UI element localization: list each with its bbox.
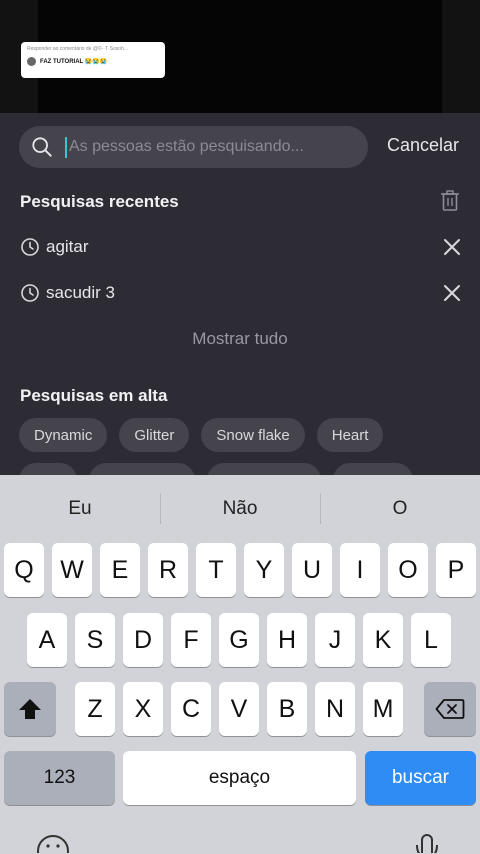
recent-search-label: sacudir 3 <box>46 283 115 302</box>
suggestion-item[interactable]: O <box>320 489 480 529</box>
recent-search-item[interactable]: agitar <box>20 232 462 262</box>
key-d[interactable]: D <box>123 613 163 667</box>
key-c[interactable]: C <box>171 682 211 736</box>
key-a[interactable]: A <box>27 613 67 667</box>
key-g[interactable]: G <box>219 613 259 667</box>
key-s[interactable]: S <box>75 613 115 667</box>
backspace-icon <box>435 699 465 719</box>
clock-icon <box>21 284 39 302</box>
microphone-icon[interactable] <box>410 833 444 853</box>
reply-comment-header: Responder ao comentário de @©··T·Sosoh..… <box>27 46 129 52</box>
shift-key[interactable] <box>4 682 56 736</box>
backspace-key[interactable] <box>424 682 476 736</box>
key-x[interactable]: X <box>123 682 163 736</box>
numbers-key[interactable]: 123 <box>4 751 115 805</box>
avatar <box>27 57 36 66</box>
recent-searches-title: Pesquisas recentes <box>20 192 179 211</box>
key-r[interactable]: R <box>148 543 188 597</box>
trending-searches-title: Pesquisas em alta <box>20 386 168 405</box>
close-icon[interactable] <box>442 237 462 257</box>
suggestion-item[interactable]: Eu <box>0 489 160 529</box>
recent-search-item[interactable]: sacudir 3 <box>20 278 462 308</box>
key-q[interactable]: Q <box>4 543 44 597</box>
cancel-button[interactable]: Cancelar <box>387 135 459 156</box>
key-m[interactable]: M <box>363 682 403 736</box>
trending-chips: Dynamic Glitter Snow flake Heart <box>19 418 395 452</box>
key-z[interactable]: Z <box>75 682 115 736</box>
key-v[interactable]: V <box>219 682 259 736</box>
search-panel: Cancelar Pesquisas recentes agitar sacud… <box>0 113 480 497</box>
reply-comment-text: FAZ TUTORIAL 😭😭😭 <box>40 59 108 65</box>
search-key[interactable]: buscar <box>365 751 476 805</box>
emoji-icon[interactable] <box>36 833 70 853</box>
video-area: Responder ao comentário de @©··T·Sosoh..… <box>0 0 480 113</box>
key-i[interactable]: I <box>340 543 380 597</box>
key-k[interactable]: K <box>363 613 403 667</box>
reply-comment-card: Responder ao comentário de @©··T·Sosoh..… <box>21 42 165 78</box>
key-h[interactable]: H <box>267 613 307 667</box>
trending-chip[interactable]: Glitter <box>119 418 190 452</box>
trash-icon[interactable] <box>440 190 460 212</box>
close-icon[interactable] <box>442 283 462 303</box>
key-n[interactable]: N <box>315 682 355 736</box>
clock-icon <box>21 238 39 256</box>
shift-icon <box>19 699 41 719</box>
key-y[interactable]: Y <box>244 543 284 597</box>
show-all-button[interactable]: Mostrar tudo <box>0 329 480 349</box>
key-o[interactable]: O <box>388 543 428 597</box>
space-key[interactable]: espaço <box>123 751 356 805</box>
search-bar[interactable] <box>19 126 368 168</box>
key-l[interactable]: L <box>411 613 451 667</box>
reply-comment-row: FAZ TUTORIAL 😭😭😭 <box>27 57 159 66</box>
suggestion-item[interactable]: Não <box>160 489 320 529</box>
key-b[interactable]: B <box>267 682 307 736</box>
keyboard: Eu Não O Q W E R T Y U I O P A S D F G H… <box>0 475 480 854</box>
search-input[interactable] <box>69 126 359 168</box>
trending-chip[interactable]: Heart <box>316 418 384 452</box>
text-caret <box>65 137 67 158</box>
key-w[interactable]: W <box>52 543 92 597</box>
key-j[interactable]: J <box>315 613 355 667</box>
search-icon <box>32 137 52 157</box>
key-f[interactable]: F <box>171 613 211 667</box>
trending-chip[interactable]: Dynamic <box>19 418 108 452</box>
key-e[interactable]: E <box>100 543 140 597</box>
key-u[interactable]: U <box>292 543 332 597</box>
key-t[interactable]: T <box>196 543 236 597</box>
keyboard-suggestions: Eu Não O <box>0 489 480 529</box>
key-p[interactable]: P <box>436 543 476 597</box>
trending-chip[interactable]: Snow flake <box>201 418 305 452</box>
recent-search-label: agitar <box>46 237 89 256</box>
